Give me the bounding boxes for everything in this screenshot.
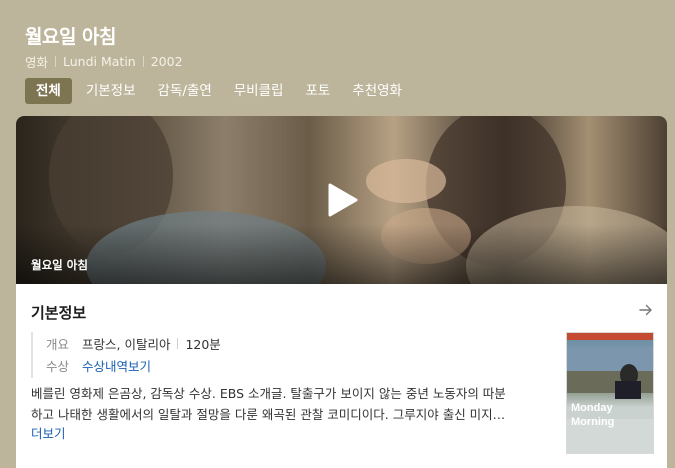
movie-description: 베를린 영화제 은곰상, 감독상 수상. EBS 소개글. 탈출구가 보이지 않… <box>31 383 551 425</box>
tab-basic-info[interactable]: 기본정보 <box>75 78 147 104</box>
overview-row: 개요 프랑스, 이탈리아 120분 <box>46 332 531 354</box>
description-line: 하고 나태한 생활에서의 일탈과 절망을 다룬 왜곡된 관찰 코미디이다. 그루… <box>31 407 506 422</box>
video-shade <box>16 224 667 284</box>
description-line: 베를린 영화제 은곰상, 감독상 수상. EBS 소개글. 탈출구가 보이지 않… <box>31 386 506 401</box>
award-link[interactable]: 수상내역보기 <box>82 356 151 375</box>
tab-recommended[interactable]: 추천영화 <box>341 78 413 104</box>
tab-bar: 전체 기본정보 감독/출연 무비클립 포토 추천영화 <box>25 78 413 104</box>
more-link[interactable]: 더보기 <box>31 423 66 442</box>
meta-divider <box>142 56 144 67</box>
movie-meta: 영화 Lundi Matin 2002 <box>25 52 183 71</box>
runtime-value: 120분 <box>185 336 221 352</box>
info-divider <box>177 337 179 349</box>
tab-all[interactable]: 전체 <box>25 78 72 104</box>
tab-cast[interactable]: 감독/출연 <box>147 78 223 104</box>
movie-type: 영화 <box>25 55 49 70</box>
award-label: 수상 <box>46 358 70 374</box>
video-player[interactable]: 월요일 아침 <box>16 116 667 284</box>
content-card: 월요일 아침 기본정보 개요 프랑스, 이탈리아 120분 수상 수상내역보기 … <box>16 116 667 468</box>
movie-poster[interactable]: Monday Morning <box>566 332 654 454</box>
movie-header: 월요일 아침 영화 Lundi Matin 2002 전체 기본정보 감독/출연… <box>0 0 675 116</box>
poster-title: Monday Morning <box>571 402 615 428</box>
movie-year: 2002 <box>150 54 183 69</box>
arrow-right-icon[interactable] <box>639 303 653 317</box>
play-icon[interactable] <box>326 182 360 218</box>
section-title-basic-info: 기본정보 <box>31 304 87 322</box>
tab-movie-clips[interactable]: 무비클립 <box>223 78 295 104</box>
meta-divider <box>55 56 57 67</box>
overview-label: 개요 <box>46 336 70 352</box>
video-caption: 월요일 아침 <box>31 258 88 272</box>
movie-original-title: Lundi Matin <box>63 54 136 69</box>
country-value: 프랑스, 이탈리아 <box>82 336 171 352</box>
award-row: 수상 수상내역보기 <box>46 354 531 376</box>
basic-info-list: 개요 프랑스, 이탈리아 120분 수상 수상내역보기 <box>31 332 531 378</box>
tab-photos[interactable]: 포토 <box>294 78 341 104</box>
movie-title: 월요일 아침 <box>25 26 117 48</box>
poster-image <box>567 347 653 453</box>
